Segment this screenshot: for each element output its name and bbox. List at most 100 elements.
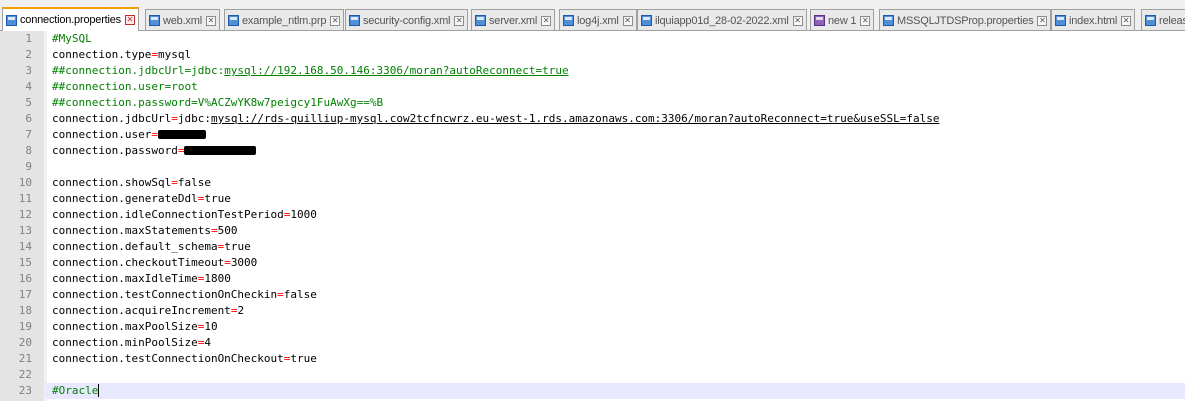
url-link[interactable]: mysql://rds-quilliup-mysql.cow2tcfncwrz.…: [211, 112, 939, 125]
property-value: 2: [237, 304, 245, 317]
line-content[interactable]: connection.generateDdl=true: [52, 191, 231, 207]
tab-security-config[interactable]: security-config.xml ✕: [345, 9, 469, 31]
code-line[interactable]: 9: [0, 159, 1185, 175]
redacted-value: [157, 130, 206, 139]
code-line[interactable]: 12 connection.idleConnectionTestPeriod=1…: [0, 207, 1185, 223]
line-content[interactable]: ##connection.password=V%ACZwYK8w7peigcy1…: [52, 95, 383, 111]
property-value: true: [204, 192, 231, 205]
tab-ilquiapp01d[interactable]: ilquiapp01d_28-02-2022.xml ✕: [637, 9, 807, 31]
line-content[interactable]: connection.checkoutTimeout=3000: [52, 255, 257, 271]
code-line[interactable]: 20 connection.minPoolSize=4: [0, 335, 1185, 351]
code-line[interactable]: 4 ##connection.user=root: [0, 79, 1185, 95]
code-line[interactable]: 16 connection.maxIdleTime=1800: [0, 271, 1185, 287]
code-line[interactable]: 7 connection.user=: [0, 127, 1185, 143]
property-key: connection.default_schema: [52, 240, 218, 253]
line-number: 10: [18, 176, 32, 189]
code-line[interactable]: 15 connection.checkoutTimeout=3000: [0, 255, 1185, 271]
tab-label: web.xml: [163, 14, 202, 27]
line-content[interactable]: connection.acquireIncrement=2: [52, 303, 244, 319]
code-line[interactable]: 17 connection.testConnectionOnCheckin=fa…: [0, 287, 1185, 303]
file-save-icon: [349, 15, 360, 26]
tab-example-ntlm[interactable]: example_ntlm.prp ✕: [224, 9, 345, 31]
close-icon[interactable]: ✕: [330, 15, 341, 26]
equals-operator: =: [277, 288, 284, 301]
code-line[interactable]: 22: [0, 367, 1185, 383]
line-content[interactable]: ##connection.jdbcUrl=jdbc:mysql://192.16…: [52, 63, 569, 79]
equals-operator: =: [210, 224, 218, 237]
file-save-icon: [475, 15, 486, 26]
line-content[interactable]: connection.testConnectionOnCheckin=false: [52, 287, 317, 303]
tab-log4j-xml[interactable]: log4j.xml ✕: [559, 9, 637, 31]
property-value: true: [290, 352, 317, 365]
property-value: mysql: [157, 48, 192, 61]
line-content[interactable]: connection.maxIdleTime=1800: [52, 271, 231, 287]
code-line-current[interactable]: 23 #Oracle: [0, 383, 1185, 399]
line-content[interactable]: connection.testConnectionOnCheckout=true: [52, 351, 317, 367]
file-save-icon: [641, 15, 652, 26]
text-caret: [98, 384, 100, 397]
code-line[interactable]: 18 connection.acquireIncrement=2: [0, 303, 1185, 319]
line-content[interactable]: connection.type=mysql: [52, 47, 191, 63]
line-content[interactable]: connection.jdbcUrl=jdbc:mysql://rds-quil…: [52, 111, 939, 127]
file-save-icon: [149, 15, 160, 26]
close-icon[interactable]: ✕: [1037, 15, 1048, 26]
line-number: 9: [25, 160, 32, 173]
line-content[interactable]: connection.default_schema=true: [52, 239, 251, 255]
line-content[interactable]: connection.maxStatements=500: [52, 223, 237, 239]
code-line[interactable]: 3 ##connection.jdbcUrl=jdbc:mysql://192.…: [0, 63, 1185, 79]
redacted-value: [184, 146, 257, 155]
close-icon[interactable]: ✕: [622, 15, 633, 26]
line-content[interactable]: connection.showSql=false: [52, 175, 211, 191]
property-key: connection.generateDdl: [52, 192, 198, 205]
property-key: connection.testConnectionOnCheckout: [52, 352, 284, 365]
url-link[interactable]: mysql://192.168.50.146:3306/moran?autoRe…: [224, 64, 568, 77]
property-key: connection.minPoolSize: [52, 336, 198, 349]
line-number: 11: [18, 192, 32, 205]
close-icon[interactable]: ✕: [205, 15, 216, 26]
code-line[interactable]: 19 connection.maxPoolSize=10: [0, 319, 1185, 335]
line-content[interactable]: connection.minPoolSize=4: [52, 335, 211, 351]
close-icon[interactable]: ✕: [454, 15, 465, 26]
line-number: 7: [25, 128, 32, 141]
editor-area[interactable]: 1 #MySQL 2 connection.type=mysql 3 ##con…: [0, 31, 1185, 401]
code-line[interactable]: 11 connection.generateDdl=true: [0, 191, 1185, 207]
line-content[interactable]: connection.password=: [52, 143, 257, 159]
tab-web-xml[interactable]: web.xml ✕: [145, 9, 220, 31]
line-content[interactable]: connection.maxPoolSize=10: [52, 319, 218, 335]
code-line[interactable]: 1 #MySQL: [0, 31, 1185, 47]
code-line[interactable]: 10 connection.showSql=false: [0, 175, 1185, 191]
code-line[interactable]: 14 connection.default_schema=true: [0, 239, 1185, 255]
code-line[interactable]: 2 connection.type=mysql: [0, 47, 1185, 63]
tab-new-1[interactable]: new 1 ✕: [810, 9, 875, 31]
code-line[interactable]: 5 ##connection.password=V%ACZwYK8w7peigc…: [0, 95, 1185, 111]
tab-mssqljtdsprop[interactable]: MSSQLJTDSProp.properties ✕: [879, 9, 1052, 31]
code-line[interactable]: 21 connection.testConnectionOnCheckout=t…: [0, 351, 1185, 367]
file-save-icon: [1145, 15, 1156, 26]
tab-index-html[interactable]: index.html ✕: [1051, 9, 1136, 31]
file-save-icon: [1055, 15, 1066, 26]
tab-connection-properties[interactable]: connection.properties ✕: [2, 7, 139, 31]
code-line[interactable]: 13 connection.maxStatements=500: [0, 223, 1185, 239]
comment-text: ##connection.jdbcUrl=jdbc:: [52, 64, 225, 77]
equals-operator: =: [151, 48, 158, 61]
close-icon[interactable]: ✕: [1121, 15, 1132, 26]
line-content[interactable]: #Oracle: [52, 383, 100, 399]
line-content[interactable]: ##connection.user=root: [52, 79, 198, 95]
line-number: 2: [25, 48, 32, 61]
close-icon[interactable]: ✕: [541, 15, 552, 26]
line-number: 19: [18, 320, 32, 333]
code-line[interactable]: 6 connection.jdbcUrl=jdbc:mysql://rds-qu…: [0, 111, 1185, 127]
line-number: 17: [18, 288, 32, 301]
close-icon[interactable]: ✕: [792, 15, 803, 26]
tab-server-xml[interactable]: server.xml ✕: [471, 9, 556, 31]
code-line[interactable]: 8 connection.password=: [0, 143, 1185, 159]
comment-text: #Oracle: [52, 384, 99, 397]
file-save-icon: [563, 15, 574, 26]
line-content[interactable]: connection.idleConnectionTestPeriod=1000: [52, 207, 317, 223]
line-content[interactable]: #MySQL: [52, 31, 92, 47]
close-icon[interactable]: ✕: [860, 15, 871, 26]
tab-releas[interactable]: releas: [1141, 9, 1185, 31]
property-key: connection.maxPoolSize: [52, 320, 198, 333]
close-icon[interactable]: ✕: [124, 15, 135, 25]
line-content[interactable]: connection.user=: [52, 127, 206, 143]
